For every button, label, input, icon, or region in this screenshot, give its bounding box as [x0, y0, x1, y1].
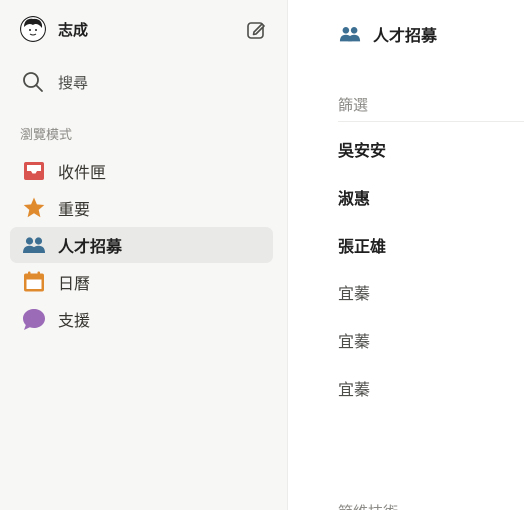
- filter-label[interactable]: 篩選: [338, 94, 368, 115]
- compose-icon[interactable]: [245, 19, 267, 41]
- search-icon: [23, 72, 43, 92]
- list-item[interactable]: 宜蓁: [338, 280, 370, 304]
- sidebar-item-label: 日曆: [58, 274, 91, 293]
- list-item[interactable]: 吳安安: [338, 137, 386, 161]
- sidebar-item-inbox[interactable]: 收件匣: [10, 153, 273, 189]
- sidebar: 志成 搜尋 瀏覽模式 收件匣 重要 人才招募 日曆 支援: [0, 0, 288, 510]
- sidebar-item-label: 收件匣: [58, 163, 107, 182]
- sidebar-item-label: 人才招募: [58, 237, 123, 256]
- list-item[interactable]: 張正雄: [338, 233, 386, 257]
- sidebar-item-label: 支援: [58, 311, 91, 330]
- search-button[interactable]: 搜尋: [22, 71, 88, 93]
- divider: [338, 121, 524, 122]
- calendar-icon: [24, 271, 44, 292]
- inbox-icon: [24, 162, 44, 180]
- list-item[interactable]: 宜蓁: [338, 376, 370, 400]
- page-title: 人才招募: [373, 26, 438, 45]
- account-name: 志成: [58, 20, 89, 39]
- search-label: 搜尋: [58, 73, 89, 92]
- sidebar-item-calendar[interactable]: 日曆: [10, 264, 273, 300]
- sidebar-item-support[interactable]: 支援: [10, 301, 273, 337]
- sidebar-item-recruiting[interactable]: 人才招募: [10, 227, 273, 263]
- main-panel: 人才招募 篩選 吳安安 淑惠 張正雄 宜蓁 宜蓁 宜蓁 節維技術: [289, 0, 524, 510]
- chat-bubble-icon: [23, 309, 45, 330]
- avatar: [20, 16, 46, 42]
- section-label: 節維技術: [338, 501, 398, 510]
- section-title: 瀏覽模式: [20, 128, 73, 143]
- page-header: 人才招募: [339, 22, 437, 46]
- list-item[interactable]: 淑惠: [338, 185, 370, 209]
- star-icon: [23, 197, 45, 218]
- people-icon: [23, 237, 45, 253]
- people-icon: [339, 27, 361, 42]
- list-item[interactable]: 宜蓁: [338, 328, 370, 352]
- account-switcher[interactable]: 志成: [20, 16, 88, 42]
- sidebar-item-important[interactable]: 重要: [10, 190, 273, 226]
- sidebar-item-label: 重要: [58, 200, 91, 219]
